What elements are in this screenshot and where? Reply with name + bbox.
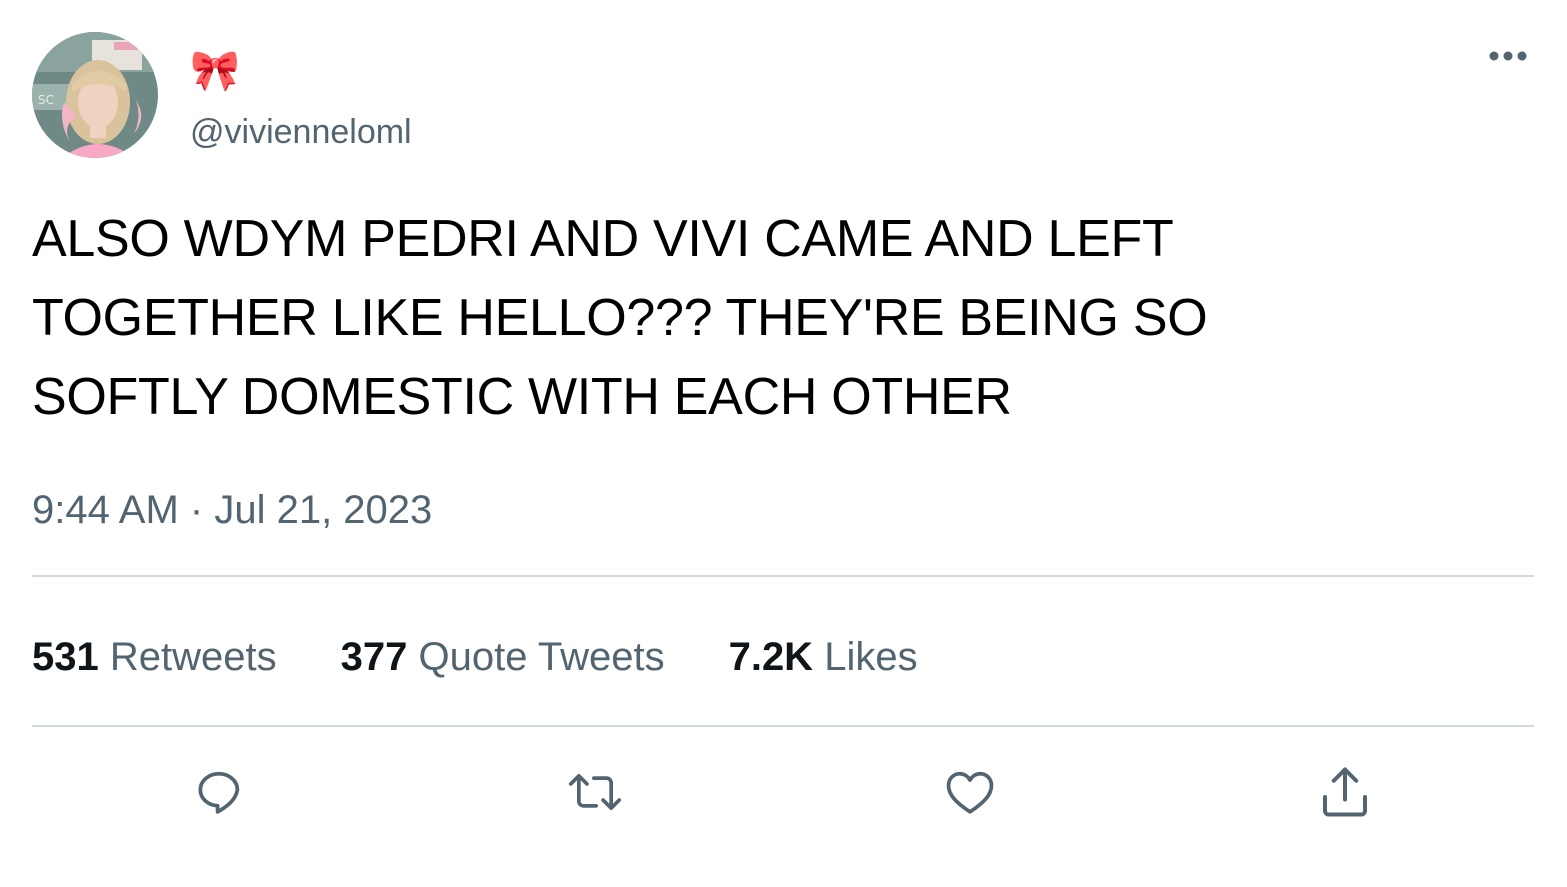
likes-count: 7.2K <box>728 635 814 679</box>
more-options-button[interactable] <box>1478 36 1538 76</box>
divider-bottom <box>32 725 1534 727</box>
retweets-stat[interactable]: 531 Retweets <box>32 632 277 682</box>
quote-tweets-label: Quote Tweets <box>418 635 665 679</box>
reply-icon <box>198 771 240 814</box>
more-horizontal-icon <box>1489 51 1527 61</box>
retweet-button[interactable] <box>565 762 625 822</box>
tweet-timestamp: 9:44 AM · Jul 21, 2023 <box>32 486 432 534</box>
retweets-label: Retweets <box>109 635 277 679</box>
retweets-count: 531 <box>32 635 99 679</box>
tweet-stats: 531 Retweets 377 Quote Tweets 7.2K Likes <box>32 630 982 684</box>
likes-label: Likes <box>824 635 918 679</box>
profile-photo-icon: SC <box>32 32 158 158</box>
quote-tweets-stat[interactable]: 377 Quote Tweets <box>341 632 665 682</box>
retweet-icon <box>568 774 622 810</box>
reply-button[interactable] <box>189 762 249 822</box>
user-handle[interactable]: @vivienneloml <box>190 110 412 154</box>
tweet-detail: SC 🎀 @vivienneloml ALSO WDYM PEDRI AND V… <box>0 0 1567 887</box>
divider-top <box>32 575 1534 577</box>
share-button[interactable] <box>1315 762 1375 822</box>
tweet-time-link[interactable]: 9:44 AM <box>32 488 179 532</box>
like-button[interactable] <box>940 762 1000 822</box>
avatar-sign-text: SC <box>38 93 54 107</box>
like-heart-icon <box>946 771 994 814</box>
display-name-bow-emoji[interactable]: 🎀 <box>190 46 240 96</box>
share-icon <box>1323 767 1367 817</box>
avatar[interactable]: SC <box>32 32 158 158</box>
timestamp-separator: · <box>189 488 204 532</box>
quote-tweets-count: 377 <box>340 635 408 679</box>
tweet-text: ALSO WDYM PEDRI AND VIVI CAME AND LEFT T… <box>32 210 1208 426</box>
likes-stat[interactable]: 7.2K Likes <box>729 632 918 682</box>
tweet-date-link[interactable]: Jul 21, 2023 <box>214 488 432 532</box>
